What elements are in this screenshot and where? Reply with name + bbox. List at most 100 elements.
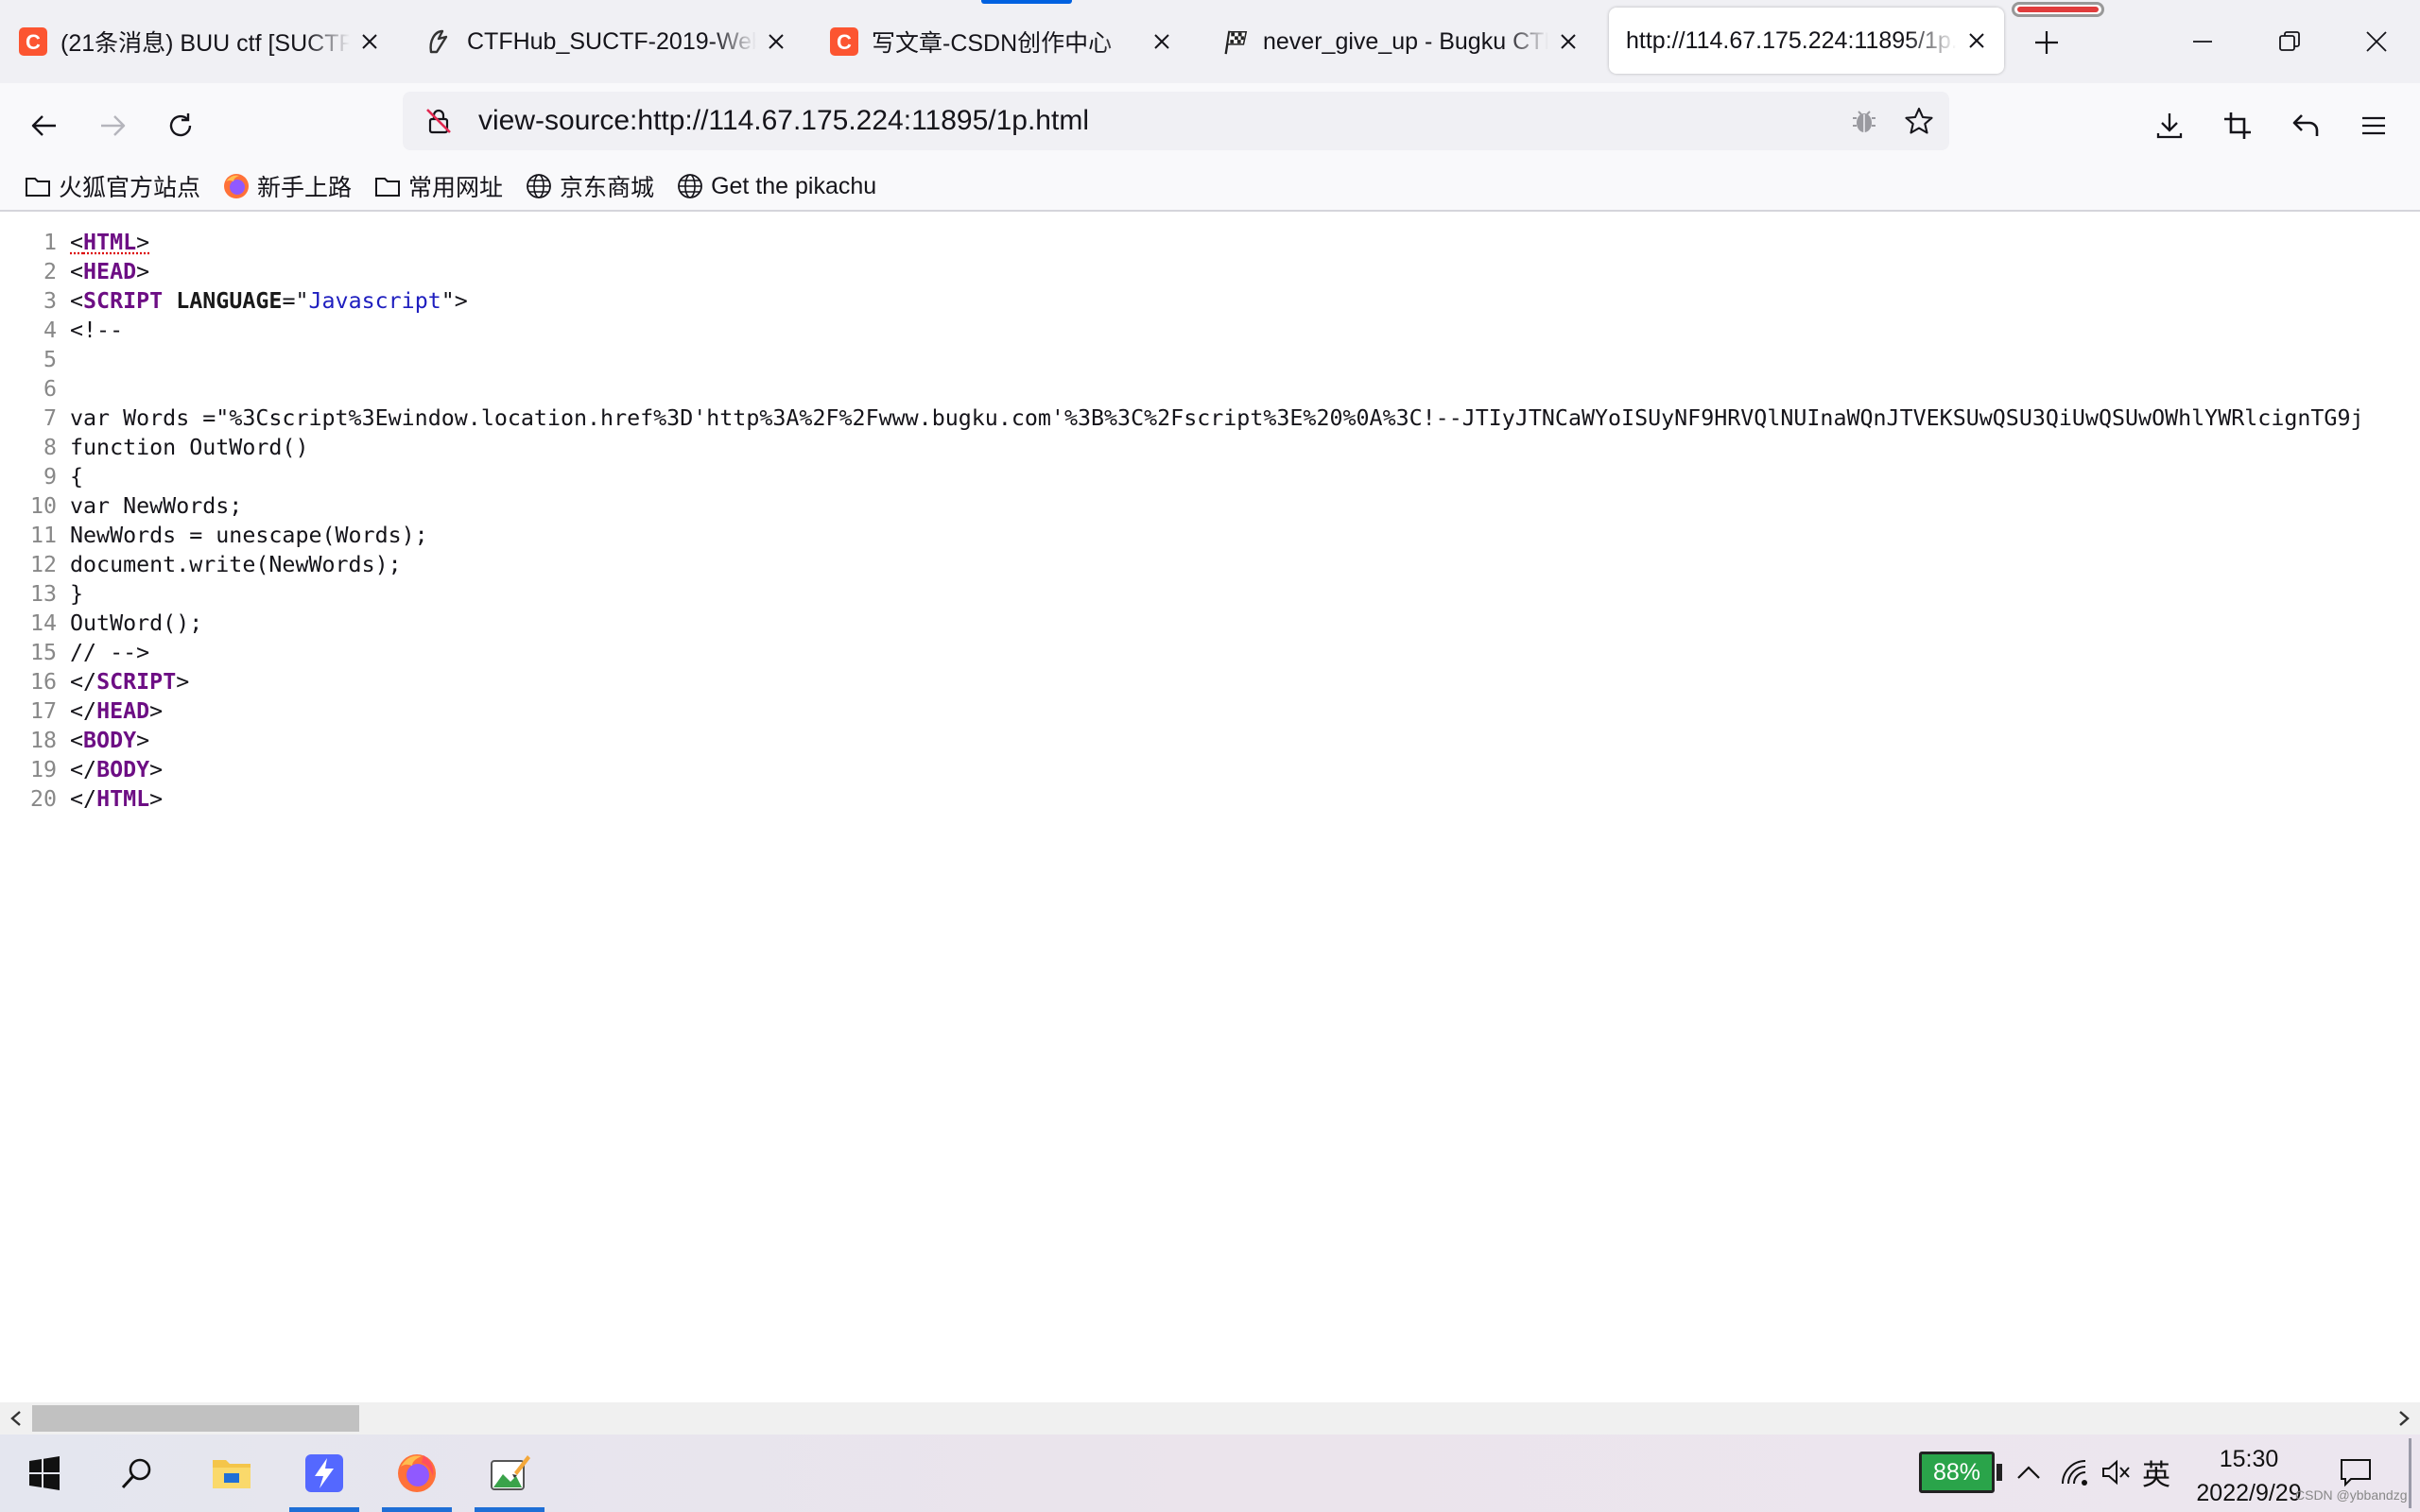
windows-logo-icon (29, 1456, 60, 1490)
file-explorer-button[interactable] (193, 1435, 270, 1512)
bookmark-getting-started[interactable]: 新手上路 (221, 165, 352, 207)
bookmark-label: 常用网址 (408, 175, 504, 201)
source-line-12: 12 document.write(NewWords); (0, 550, 2420, 579)
line-number: 12 (29, 552, 57, 577)
input-method-indicator[interactable]: 英 (2142, 1452, 2170, 1493)
svg-text:C: C (26, 30, 41, 54)
folder-icon (23, 171, 53, 201)
bookmark-jd[interactable]: 京东商城 (524, 165, 654, 207)
undo-button[interactable] (2282, 102, 2329, 149)
battery-terminal (1996, 1464, 2002, 1481)
source-line-10: 10 var NewWords; (0, 491, 2420, 521)
line-number: 5 (43, 347, 57, 372)
tab-current-view-source[interactable]: http://114.67.175.224:11895/1p.html (1609, 8, 2004, 74)
tab-title: never_give_up - Bugku CTF (1263, 27, 1548, 55)
tag-body-close: BODY (96, 757, 150, 782)
line-number: 17 (29, 698, 57, 724)
minimize-button[interactable] (2159, 0, 2246, 83)
var-words-declaration: var Words = (70, 405, 216, 431)
lightning-icon (305, 1454, 343, 1492)
tab-buu-ctf[interactable]: C (21条消息) BUU ctf [SUCTF 2019]Pythonginx (0, 0, 397, 83)
line-number: 20 (29, 786, 57, 812)
insecure-lock-icon[interactable] (420, 102, 458, 140)
attr-language: LANGUAGE (176, 288, 283, 314)
bookmarks-toolbar: 火狐官方站点 新手上路 常用网址 京东商城 Get the pikachu (0, 163, 2420, 212)
source-line-2: 2 <HEAD> (0, 257, 2420, 286)
line-number: 2 (43, 259, 57, 284)
bug-icon[interactable] (1845, 102, 1883, 140)
source-line-20: 20 </HTML> (0, 784, 2420, 814)
show-desktop-button[interactable] (2409, 1438, 2411, 1508)
close-icon[interactable] (1962, 26, 1991, 55)
volume-muted-icon[interactable] (2097, 1453, 2135, 1491)
svg-text:C: C (837, 30, 852, 54)
tag-head-close: HEAD (96, 698, 150, 724)
forward-button[interactable] (89, 102, 136, 149)
code-text: // --> (70, 640, 150, 665)
star-bookmark-icon[interactable] (1900, 102, 1938, 140)
plus-icon (2035, 31, 2058, 54)
scroll-left-icon[interactable] (0, 1402, 32, 1435)
scrollbar-thumb[interactable] (32, 1405, 359, 1432)
reload-button[interactable] (157, 102, 204, 149)
source-line-18: 18 <BODY> (0, 726, 2420, 755)
source-line-8: 8 function OutWord() (0, 433, 2420, 462)
downloads-button[interactable] (2146, 102, 2193, 149)
close-icon[interactable] (355, 27, 384, 56)
horizontal-scrollbar[interactable] (0, 1402, 2420, 1435)
tab-ctfhub[interactable]: CTFHub_SUCTF-2019-Web-Pythonginx (406, 0, 804, 83)
source-line-14: 14 OutWord(); (0, 609, 2420, 638)
bookmark-label: Get the pikachu (711, 172, 877, 199)
chevron-up-icon[interactable] (2010, 1453, 2048, 1491)
bookmark-pikachu[interactable]: Get the pikachu (675, 165, 876, 207)
firefox-taskbar-button[interactable] (378, 1435, 456, 1512)
bookmark-firefox-official[interactable]: 火狐官方站点 (23, 165, 200, 207)
battery-indicator[interactable]: 88% (1919, 1452, 1995, 1493)
address-bar[interactable]: view-source:http://114.67.175.224:11895/… (403, 92, 1949, 150)
notification-center-icon[interactable] (2337, 1453, 2375, 1491)
comment-open: <!-- (70, 318, 124, 343)
url-text[interactable]: view-source:http://114.67.175.224:11895/… (478, 105, 1089, 137)
wifi-icon[interactable] (2055, 1453, 2093, 1491)
scroll-right-icon[interactable] (2388, 1402, 2420, 1435)
source-line-16: 16 </SCRIPT> (0, 667, 2420, 696)
search-button[interactable] (98, 1435, 176, 1512)
screenshot-button[interactable] (2214, 102, 2261, 149)
system-clock[interactable]: 15:30 2022/9/29 (2186, 1442, 2312, 1510)
close-icon[interactable] (762, 27, 790, 56)
line-number: 18 (29, 728, 57, 753)
bookmark-label: 京东商城 (560, 175, 655, 201)
tag-html-close: HTML (96, 786, 150, 812)
line-number: 11 (29, 523, 57, 548)
bookmark-label: 火狐官方站点 (59, 175, 201, 201)
restore-button[interactable] (2246, 0, 2333, 83)
lightning-app-button[interactable] (285, 1435, 363, 1512)
line-number: 9 (43, 464, 57, 490)
close-icon (2366, 31, 2387, 52)
tag-head: HEAD (83, 259, 137, 284)
restore-icon (2279, 31, 2300, 51)
line-number: 8 (43, 435, 57, 460)
source-line-6: 6 (0, 374, 2420, 404)
code-text: } (70, 581, 84, 607)
back-button[interactable] (21, 102, 68, 149)
view-source-content[interactable]: 1 <HTML> 2 <HEAD> 3 <SCRIPT LANGUAGE="Javascr… (0, 214, 2420, 1402)
image-editor-button[interactable] (471, 1435, 548, 1512)
close-icon[interactable] (1554, 27, 1582, 56)
encoded-words-string: "%3Cscript%3Ewindow.location.href%3D'htt… (216, 405, 2364, 431)
hamburger-menu-icon (2362, 116, 2385, 135)
start-button[interactable] (6, 1435, 83, 1512)
code-text: OutWord(); (70, 610, 203, 636)
arrow-right-icon (101, 115, 126, 136)
tab-bugku[interactable]: never_give_up - Bugku CTF (1202, 0, 1596, 83)
close-icon[interactable] (1148, 27, 1176, 56)
source-line-1: 1 <HTML> (0, 228, 2420, 257)
line-number: 15 (29, 640, 57, 665)
arrow-left-icon (31, 115, 56, 136)
close-window-button[interactable] (2333, 0, 2420, 83)
menu-button[interactable] (2350, 102, 2397, 149)
tab-csdn-write[interactable]: C 写文章-CSDN创作中心 (811, 0, 1189, 83)
bookmark-common-sites[interactable]: 常用网址 (372, 165, 503, 207)
new-tab-button[interactable] (2023, 19, 2070, 66)
bookmark-label: 新手上路 (257, 175, 353, 201)
